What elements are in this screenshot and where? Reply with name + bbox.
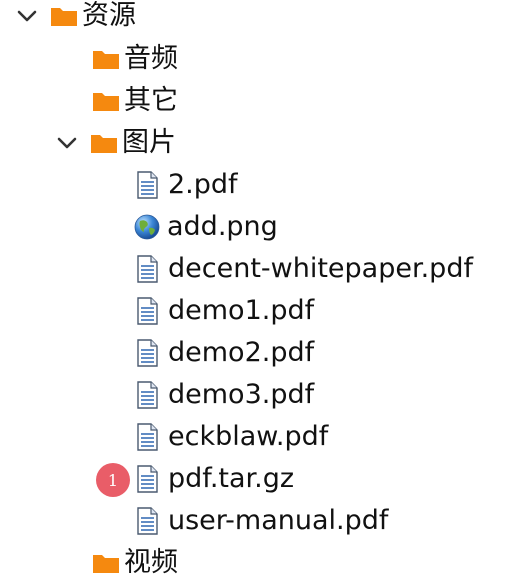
tree-node-label: eckblaw.pdf (168, 421, 329, 452)
tree-node-label: demo2.pdf (168, 337, 315, 368)
tree-file-2-pdf[interactable]: 2.pdf (136, 165, 238, 205)
tree-node-label: decent-whitepaper.pdf (168, 253, 473, 284)
tree-node-label: 2.pdf (168, 169, 238, 200)
tree-file-decent-whitepaper[interactable]: decent-whitepaper.pdf (136, 249, 473, 289)
tree-node-label: 音频 (124, 43, 178, 74)
tree-node-other[interactable]: 其它 (92, 81, 178, 121)
tree-file-demo2[interactable]: demo2.pdf (136, 333, 314, 373)
folder-icon (92, 90, 120, 112)
chevron-down-icon[interactable] (56, 132, 78, 154)
tree-node-images[interactable]: 图片 (56, 123, 176, 163)
file-tree: 资源 音频 其它 图片 2.pdf add.png decent-whitepa… (0, 0, 508, 587)
pdf-file-icon (136, 171, 160, 199)
tree-node-video[interactable]: 视频 (92, 543, 178, 583)
pdf-file-icon (136, 381, 160, 409)
folder-icon (92, 48, 120, 70)
file-icon (136, 465, 160, 493)
chevron-down-icon[interactable] (16, 5, 38, 27)
tree-file-add-png[interactable]: add.png (134, 207, 278, 247)
tree-node-label: demo1.pdf (168, 295, 315, 326)
tree-node-label: user-manual.pdf (168, 505, 389, 536)
pdf-file-icon (136, 423, 160, 451)
folder-icon (50, 5, 78, 27)
tree-file-eckblaw[interactable]: eckblaw.pdf (136, 417, 328, 457)
folder-icon (90, 132, 118, 154)
tree-node-resources[interactable]: 资源 (16, 0, 136, 36)
tree-node-label: demo3.pdf (168, 379, 315, 410)
step-badge: 1 (96, 463, 130, 497)
tree-node-label: 视频 (124, 547, 178, 578)
pdf-file-icon (136, 255, 160, 283)
tree-node-label: 资源 (82, 0, 136, 31)
tree-file-demo1[interactable]: demo1.pdf (136, 291, 314, 331)
tree-node-label: pdf.tar.gz (168, 463, 295, 494)
tree-node-label: 其它 (124, 85, 178, 116)
tree-node-audio[interactable]: 音频 (92, 39, 178, 79)
tree-file-pdf-tar-gz[interactable]: pdf.tar.gz (136, 459, 294, 499)
pdf-file-icon (136, 297, 160, 325)
pdf-file-icon (136, 339, 160, 367)
folder-icon (92, 552, 120, 574)
globe-icon (134, 214, 160, 240)
tree-file-demo3[interactable]: demo3.pdf (136, 375, 314, 415)
tree-node-label: 图片 (122, 127, 176, 158)
tree-node-label: add.png (167, 211, 278, 242)
pdf-file-icon (136, 507, 160, 535)
tree-file-user-manual[interactable]: user-manual.pdf (136, 501, 388, 541)
